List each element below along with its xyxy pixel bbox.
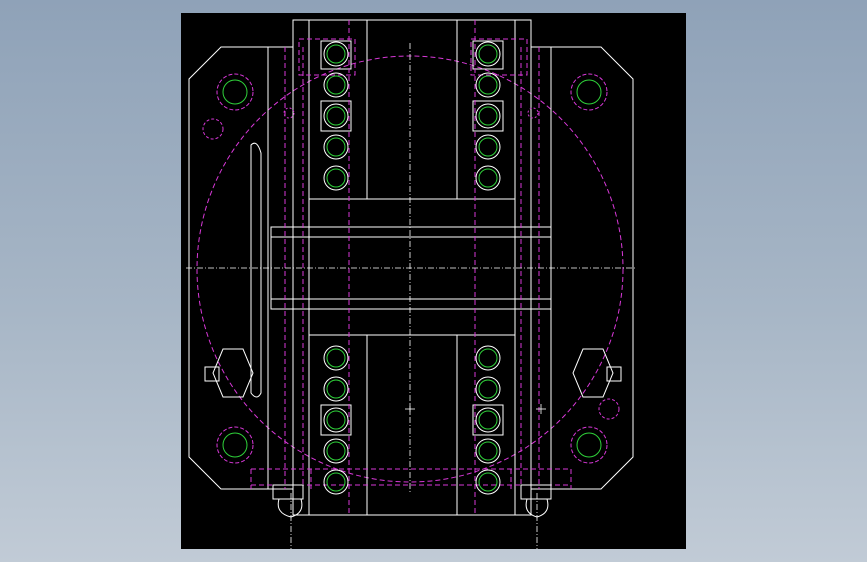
bottom-clamps — [272, 484, 552, 518]
corner-holes — [202, 73, 620, 464]
hex-nut-right — [572, 348, 622, 398]
hidden-lines — [250, 20, 572, 515]
cad-drawing — [186, 19, 636, 549]
hex-nut-left — [204, 348, 254, 398]
bolt-pockets — [320, 40, 504, 436]
cad-viewport[interactable] — [181, 13, 686, 549]
slot-left — [250, 142, 262, 398]
cross-bar — [270, 226, 552, 238]
bolt-group-upper — [323, 41, 501, 191]
centerlines — [186, 43, 636, 549]
bolt-group-lower — [323, 345, 501, 495]
